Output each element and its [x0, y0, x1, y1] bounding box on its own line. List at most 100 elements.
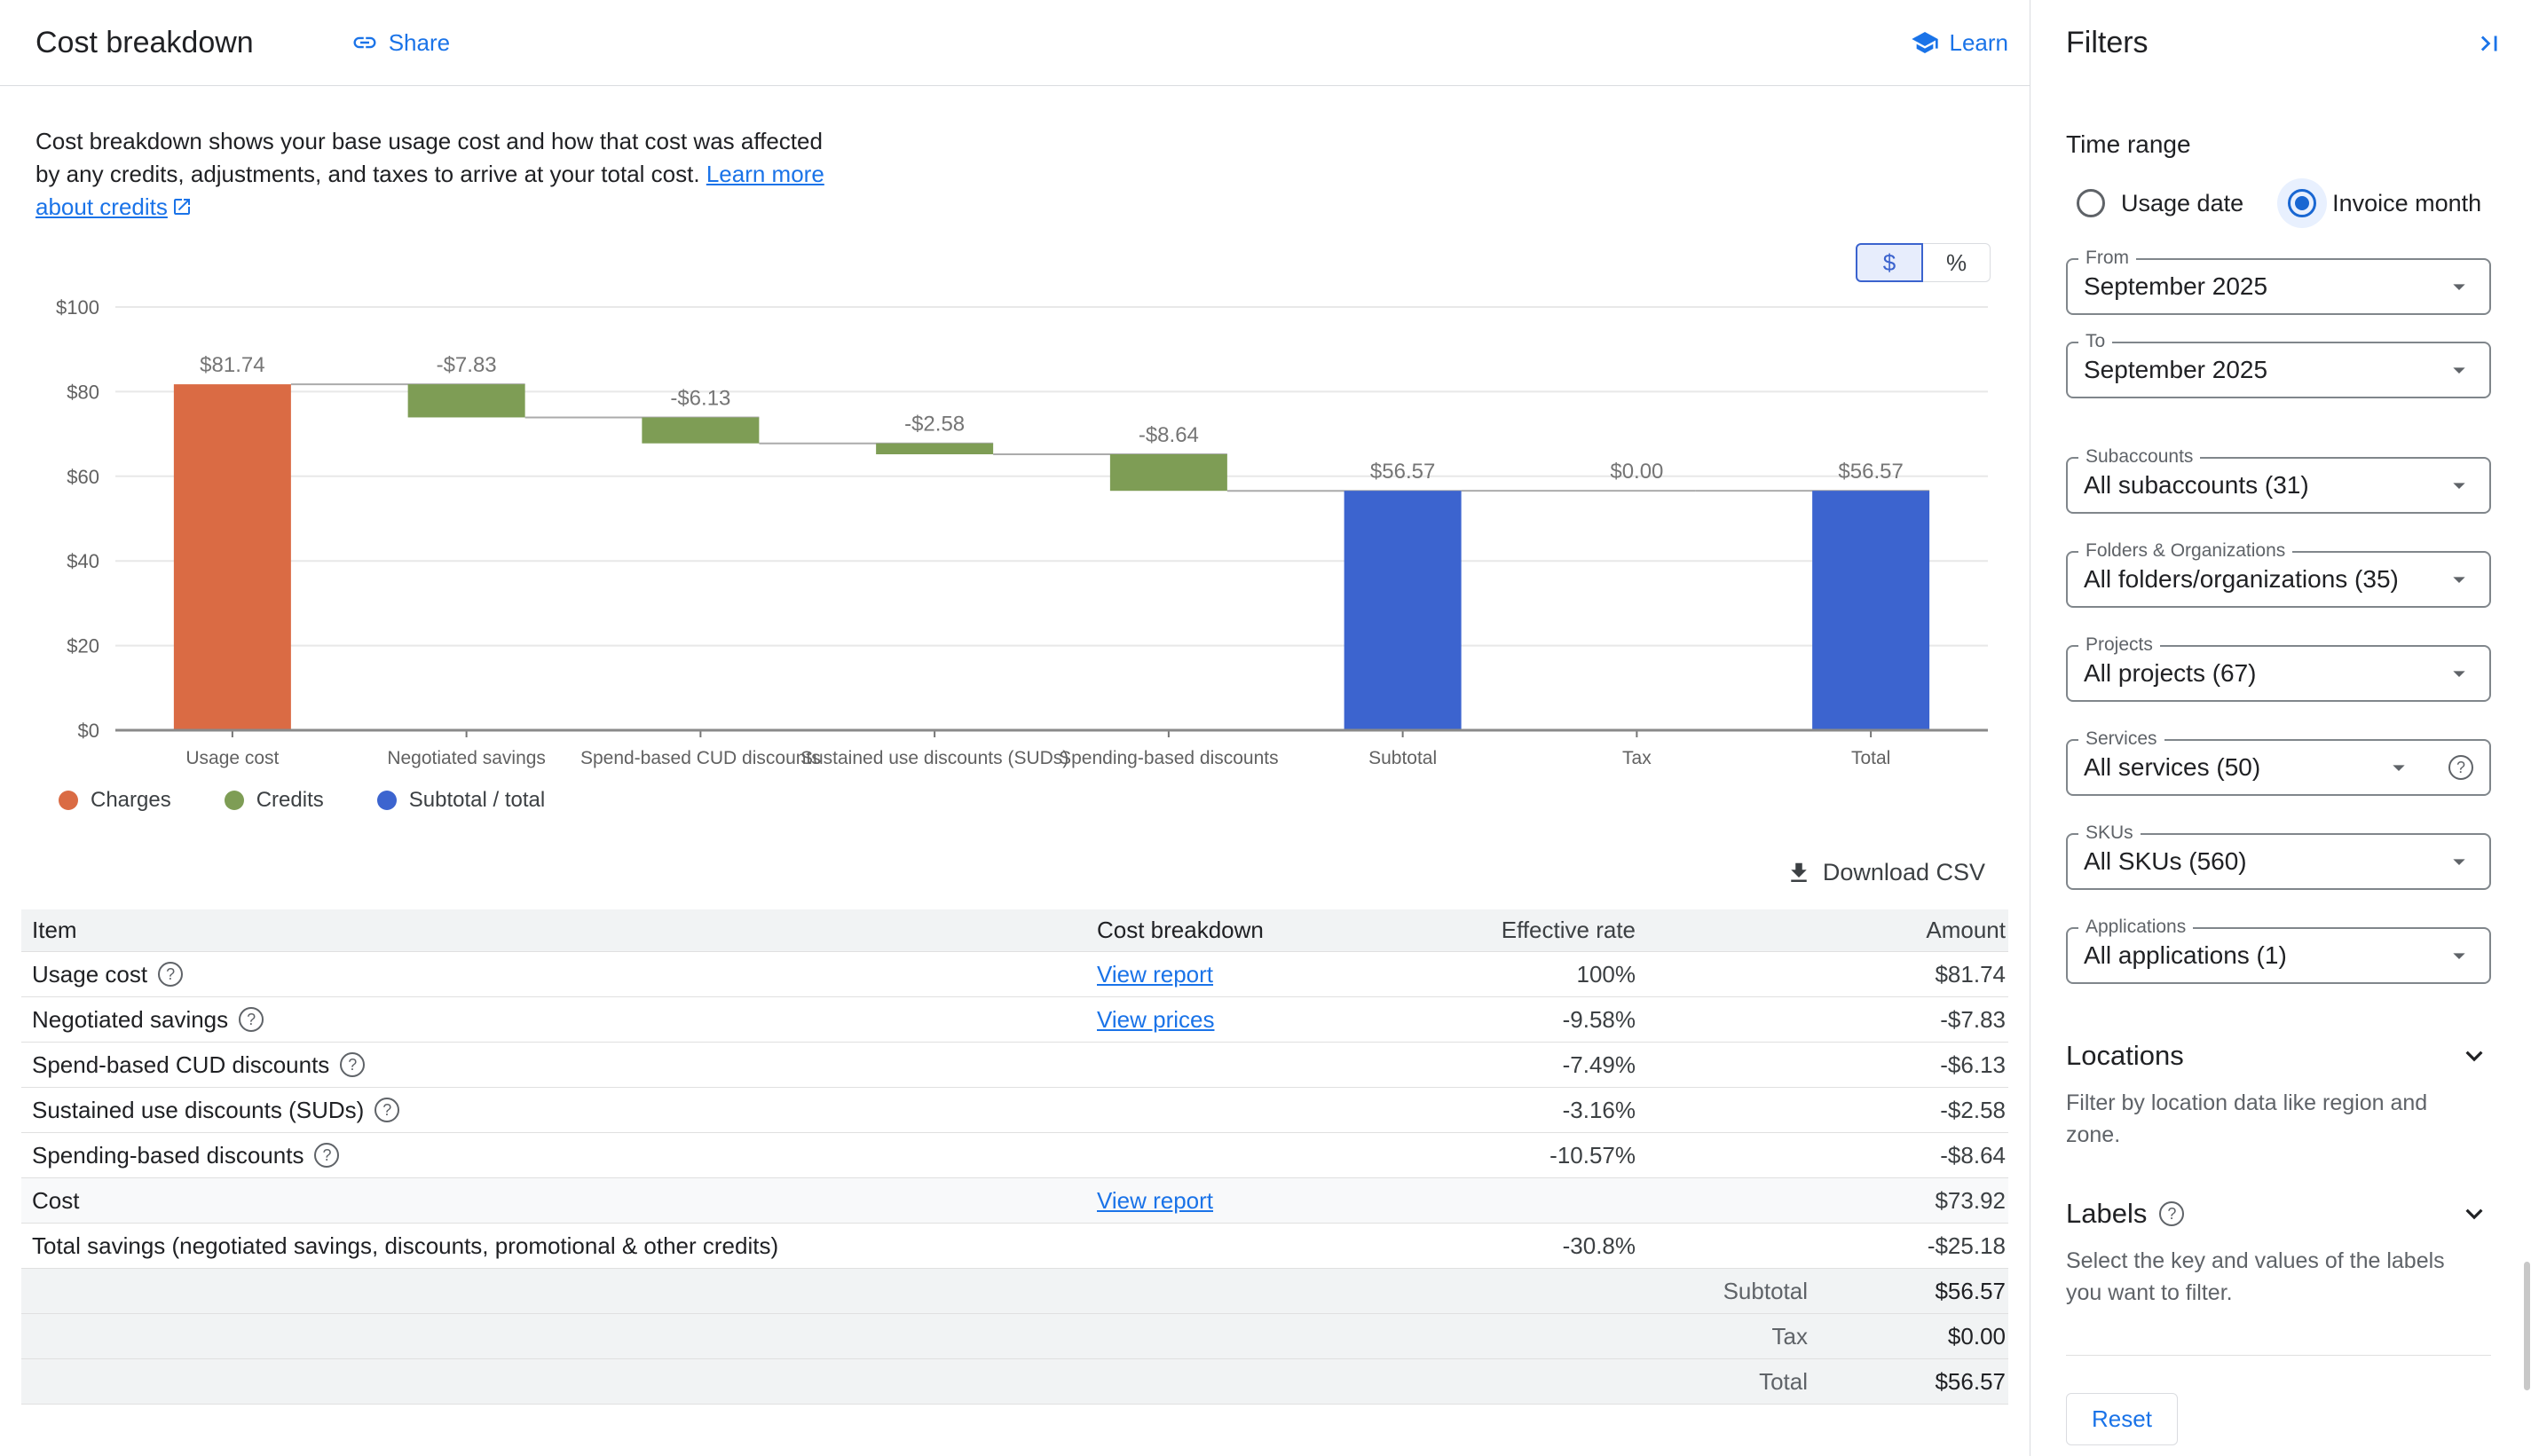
- locations-section-header[interactable]: Locations: [2066, 1039, 2491, 1073]
- subaccounts-select[interactable]: Subaccounts All subaccounts (31): [2066, 457, 2491, 514]
- cost-breakdown-table: Item Cost breakdown Effective rate Amoun…: [21, 909, 2008, 1405]
- row-amount: -$2.58: [1636, 1097, 2008, 1124]
- dollar-toggle-button[interactable]: $: [1856, 243, 1923, 282]
- waterfall-chart: $0$20$40$60$80$100$81.74Usage cost-$7.83…: [27, 298, 2030, 786]
- dropdown-arrow-icon: [2445, 356, 2473, 384]
- view-prices-link[interactable]: View prices: [1097, 1006, 1214, 1033]
- svg-text:Negotiated savings: Negotiated savings: [387, 748, 546, 768]
- labels-section-header[interactable]: Labels?: [2066, 1197, 2491, 1231]
- table-row: Usage cost? View report 100% $81.74: [21, 952, 2008, 997]
- learn-button[interactable]: Learn: [1911, 28, 2009, 57]
- svg-text:$0: $0: [78, 720, 99, 742]
- learn-label: Learn: [1950, 29, 2009, 57]
- table-header-row: Item Cost breakdown Effective rate Amoun…: [21, 909, 2008, 952]
- row-item-label: Spending-based discounts: [32, 1142, 304, 1169]
- help-icon[interactable]: ?: [340, 1052, 365, 1077]
- svg-text:Spend-based CUD discounts: Spend-based CUD discounts: [580, 748, 821, 768]
- help-icon[interactable]: ?: [2159, 1201, 2184, 1226]
- row-rate: -3.16%: [1434, 1097, 1636, 1124]
- svg-text:$100: $100: [56, 298, 99, 319]
- summary-label: Subtotal: [21, 1278, 1808, 1305]
- summary-label: Total: [21, 1368, 1808, 1396]
- row-rate: 100%: [1434, 961, 1636, 988]
- legend-label: Charges: [91, 788, 171, 813]
- chevron-down-icon[interactable]: [2457, 1039, 2491, 1073]
- row-amount: $81.74: [1636, 961, 2008, 988]
- svg-text:$56.57: $56.57: [1838, 460, 1903, 484]
- svg-text:$81.74: $81.74: [200, 353, 264, 377]
- row-rate: -10.57%: [1434, 1142, 1636, 1169]
- svg-text:$60: $60: [67, 466, 99, 488]
- help-icon[interactable]: ?: [158, 962, 183, 987]
- table-row: Total savings (negotiated savings, disco…: [21, 1224, 2008, 1269]
- services-select[interactable]: Services All services (50) ?: [2066, 739, 2491, 796]
- svg-text:-$6.13: -$6.13: [670, 386, 730, 410]
- reset-button[interactable]: Reset: [2066, 1393, 2178, 1445]
- time-range-options: Usage date Invoice month: [2066, 178, 2491, 228]
- radio-unselected-icon: [2077, 189, 2105, 217]
- projects-select[interactable]: Projects All projects (67): [2066, 645, 2491, 702]
- summary-label: Tax: [21, 1323, 1808, 1350]
- help-icon[interactable]: ?: [375, 1098, 399, 1122]
- folders-organizations-select[interactable]: Folders & Organizations All folders/orga…: [2066, 551, 2491, 608]
- applications-select[interactable]: Applications All applications (1): [2066, 927, 2491, 984]
- svg-text:Total: Total: [1851, 748, 1890, 768]
- svg-text:-$8.64: -$8.64: [1139, 423, 1199, 447]
- unit-toggle: $ %: [0, 243, 1991, 282]
- link-icon: [351, 29, 378, 56]
- table-row: Cost View report $73.92: [21, 1178, 2008, 1224]
- description-text: Cost breakdown shows your base usage cos…: [35, 128, 823, 187]
- download-csv-button[interactable]: Download CSV: [1786, 859, 1985, 886]
- percent-toggle-button[interactable]: %: [1923, 243, 1991, 282]
- svg-text:Sustained use discounts (SUDs): Sustained use discounts (SUDs): [800, 748, 1068, 768]
- row-rate: -9.58%: [1434, 1006, 1636, 1034]
- row-rate: -7.49%: [1434, 1051, 1636, 1079]
- main-area: Cost breakdown Share Learn Cost breakdow…: [0, 0, 2030, 1456]
- row-item-label: Total savings (negotiated savings, disco…: [32, 1232, 778, 1260]
- view-report-link[interactable]: View report: [1097, 961, 1213, 988]
- svg-text:Usage cost: Usage cost: [185, 748, 279, 768]
- locations-description: Filter by location data like region and …: [2066, 1087, 2456, 1151]
- external-link-icon: [171, 196, 193, 217]
- svg-text:Tax: Tax: [1622, 748, 1652, 768]
- svg-text:$80: $80: [67, 381, 99, 403]
- chevron-down-icon[interactable]: [2457, 1197, 2491, 1231]
- view-report-link[interactable]: View report: [1097, 1187, 1213, 1214]
- row-item-label: Sustained use discounts (SUDs): [32, 1097, 364, 1124]
- share-button[interactable]: Share: [351, 29, 450, 57]
- main-header: Cost breakdown Share Learn: [0, 0, 2030, 86]
- usage-date-radio[interactable]: Usage date: [2066, 178, 2243, 228]
- table-row: Sustained use discounts (SUDs)? -3.16% -…: [21, 1088, 2008, 1133]
- table-row: Spending-based discounts? -10.57% -$8.64: [21, 1133, 2008, 1178]
- to-month-select[interactable]: To September 2025: [2066, 342, 2491, 398]
- collapse-panel-button[interactable]: [2474, 28, 2504, 59]
- page-title: Cost breakdown: [35, 26, 254, 60]
- labels-description: Select the key and values of the labels …: [2066, 1245, 2456, 1309]
- row-rate: -30.8%: [1434, 1232, 1636, 1260]
- row-item-label: Negotiated savings: [32, 1006, 228, 1034]
- help-icon[interactable]: ?: [2448, 755, 2473, 780]
- svg-text:$0.00: $0.00: [1610, 460, 1663, 484]
- subtotal-color-dot: [377, 791, 397, 810]
- help-icon[interactable]: ?: [314, 1143, 339, 1168]
- row-amount: -$25.18: [1636, 1232, 2008, 1260]
- dropdown-arrow-icon: [2445, 659, 2473, 688]
- waterfall-chart-svg: $0$20$40$60$80$100$81.74Usage cost-$7.83…: [27, 298, 2006, 782]
- invoice-month-radio[interactable]: Invoice month: [2277, 178, 2481, 228]
- help-icon[interactable]: ?: [239, 1007, 264, 1032]
- share-label: Share: [389, 29, 450, 57]
- legend-label: Credits: [256, 788, 324, 813]
- svg-text:$56.57: $56.57: [1370, 460, 1435, 484]
- legend-item-credits: Credits: [225, 788, 324, 813]
- scrollbar-thumb[interactable]: [2524, 1262, 2530, 1390]
- locations-heading: Locations: [2066, 1040, 2184, 1072]
- row-item-label: Spend-based CUD discounts: [32, 1051, 329, 1079]
- skus-select[interactable]: SKUs All SKUs (560): [2066, 833, 2491, 890]
- from-month-select[interactable]: From September 2025: [2066, 258, 2491, 315]
- time-range-heading: Time range: [2066, 130, 2491, 159]
- cost-breakdown-page: Cost breakdown Share Learn Cost breakdow…: [0, 0, 2531, 1456]
- download-icon: [1786, 860, 1812, 886]
- dropdown-arrow-icon: [2445, 941, 2473, 970]
- legend-item-subtotal: Subtotal / total: [377, 788, 545, 813]
- divider: [2066, 1355, 2491, 1356]
